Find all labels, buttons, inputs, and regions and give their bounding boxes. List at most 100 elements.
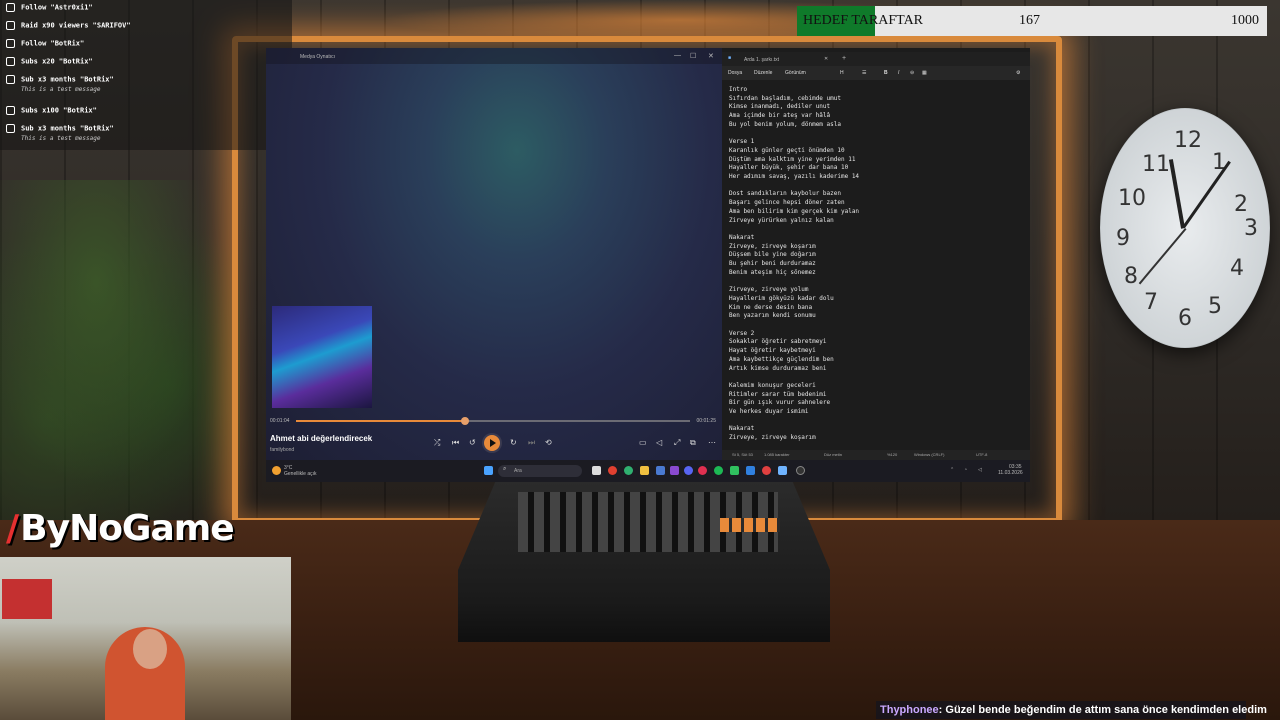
logo-text: ByNoGame (20, 508, 235, 549)
goal-label: HEDEF TARAFTAR (803, 13, 924, 28)
volume-icon[interactable]: ◁ (656, 438, 662, 447)
alert-title: Raid x90 viewers "SARIFOV" (21, 21, 131, 30)
logo-slash-icon: / (6, 508, 19, 549)
notepad-app-icon: ■ (728, 55, 732, 61)
alert-item: Follow "BotRix" (6, 39, 84, 48)
start-icon[interactable] (484, 466, 493, 475)
alert-title: Follow "Astr0xi1" (21, 3, 93, 12)
chrome-icon[interactable] (608, 466, 617, 475)
weather-icon[interactable] (272, 466, 281, 475)
taskbar-search[interactable]: Ara (498, 465, 582, 477)
notepad-status-bar: St 5, Süt 53 1.085 karakter Düz metin %1… (722, 450, 1030, 460)
speaker-icon[interactable]: ◁ (978, 467, 982, 473)
status-line-endings: Windows (CRLF) (914, 452, 945, 457)
follower-goal-bar: HEDEF TARAFTAR 167 1000 (797, 6, 1267, 36)
desktop-screen: Medya Oynatıcı — ☐ ✕ 00:01:04 00:01:25 A… (266, 48, 1030, 482)
app-icon-1[interactable] (656, 466, 665, 475)
follow-icon (6, 39, 15, 48)
seek-bar-fill (296, 420, 466, 422)
edge-icon[interactable] (624, 466, 633, 475)
notepad-tab-title[interactable]: Arda 1. şarkı.txt (744, 57, 779, 63)
mixer-orange-buttons (720, 518, 780, 532)
more-icon[interactable]: ⋯ (708, 438, 716, 447)
record-icon[interactable] (698, 466, 707, 475)
obs-icon[interactable] (796, 466, 805, 475)
menu-view[interactable]: Görünüm (785, 70, 806, 76)
forward-icon[interactable]: ↻ (510, 438, 517, 447)
search-icon: ⌕ (503, 466, 507, 472)
repeat-icon[interactable]: ⟲ (545, 438, 552, 447)
alert-item: Sub x3 months "BotRix" This is a test mes… (6, 124, 114, 142)
tab-close-icon[interactable]: ✕ (824, 56, 828, 62)
previous-icon[interactable]: ⏮ (452, 438, 459, 448)
subtitles-icon[interactable]: ▭ (639, 438, 647, 447)
spotify-icon[interactable] (714, 466, 723, 475)
plant-decoration (0, 180, 240, 520)
wall-clock: 12 1 2 3 4 5 6 7 8 9 10 11 (1100, 108, 1270, 348)
song-title: Ahmet abi değerlendirecek (270, 434, 373, 443)
raid-icon (6, 21, 15, 30)
status-zoom: %120 (887, 452, 898, 457)
alert-item: Sub x3 months "BotRix" This is a test mes… (6, 75, 114, 93)
play-button[interactable] (484, 435, 500, 451)
chat-message: Thyphonee: Güzel bende beğendim de attım… (876, 701, 1267, 719)
sub-icon (6, 57, 15, 66)
star-icon (6, 124, 15, 133)
app-icon-2[interactable] (670, 466, 679, 475)
notepad-taskbar-icon[interactable] (778, 466, 787, 475)
seek-bar[interactable] (296, 417, 690, 425)
play-app-icon[interactable] (730, 466, 739, 475)
webcam-feed (0, 557, 291, 720)
alert-title: Sub x3 months "BotRix" (21, 75, 114, 84)
notepad-tabbar: ■ Arda 1. şarkı.txt ✕ + (722, 52, 1030, 66)
notepad-text-area[interactable]: Intro Sıfırdan başladım, cebimde umut Ki… (729, 86, 1019, 446)
app-icon-3[interactable] (746, 466, 755, 475)
bold-icon[interactable]: B (884, 70, 888, 76)
alert-message: This is a test message (21, 86, 101, 93)
next-icon[interactable]: ⏭ (528, 438, 535, 448)
italic-icon[interactable]: I (898, 70, 899, 76)
weather-text: Genellikle açık (284, 471, 317, 477)
link-icon[interactable]: ⊖ (910, 70, 914, 76)
bynogame-logo: /ByNoGame (6, 508, 235, 549)
settings-icon[interactable]: ⚙ (1016, 70, 1020, 76)
seek-bar-knob[interactable] (461, 417, 470, 425)
taskbar: 3°C Genellikle açık Ara ⌕ ⌃ ◔ ◁ 03:35 11… (266, 460, 1030, 482)
minimize-icon[interactable]: — (674, 52, 681, 59)
goal-target: 1000 (1231, 13, 1259, 28)
search-placeholder: Ara (514, 468, 522, 474)
fullscreen-icon[interactable]: ⤢ (674, 438, 680, 448)
list-icon[interactable]: ☰ (862, 70, 866, 76)
discord-icon[interactable] (684, 466, 693, 475)
menu-file[interactable]: Dosya (728, 70, 742, 76)
song-artist[interactable]: familybond (270, 447, 294, 453)
heading-icon[interactable]: H (840, 70, 844, 76)
tray-chevron-icon[interactable]: ⌃ (950, 467, 954, 473)
status-chars: 1.085 karakter (764, 452, 790, 457)
notepad-menubar: Dosya Düzenle Görünüm H ☰ B I ⊖ ▦ ⚙ (722, 66, 1030, 80)
task-view-icon[interactable] (592, 466, 601, 475)
total-time: 00:01:25 (696, 418, 716, 424)
clock-second-hand (1138, 228, 1187, 285)
media-player-window[interactable]: Medya Oynatıcı — ☐ ✕ 00:01:04 00:01:25 A… (266, 48, 722, 460)
taskbar-date[interactable]: 11.03.2026 (998, 470, 1023, 476)
chat-username: Thyphonee (880, 704, 939, 716)
rewind-icon[interactable]: ↺ (469, 438, 476, 447)
new-tab-icon[interactable]: + (842, 55, 846, 62)
menu-edit[interactable]: Düzenle (754, 70, 772, 76)
app-icon-4[interactable] (762, 466, 771, 475)
clock-minute-hand (1182, 160, 1231, 228)
miniplayer-icon[interactable]: ⧉ (690, 438, 696, 448)
media-player-title: Medya Oynatıcı (300, 54, 336, 60)
close-icon[interactable]: ✕ (708, 52, 714, 60)
table-icon[interactable]: ▦ (922, 70, 927, 76)
alert-title: Subs x20 "BotRix" (21, 57, 93, 66)
network-icon[interactable]: ◔ (964, 467, 967, 473)
elapsed-time: 00:01:04 (270, 418, 290, 424)
alert-item: Follow "Astr0xi1" (6, 3, 93, 12)
shuffle-icon[interactable]: ⤮ (434, 438, 440, 448)
explorer-icon[interactable] (640, 466, 649, 475)
goal-current: 167 (1019, 13, 1040, 28)
notepad-window[interactable]: ■ Arda 1. şarkı.txt ✕ + Dosya Düzenle Gö… (722, 48, 1030, 460)
maximize-icon[interactable]: ☐ (690, 52, 696, 60)
